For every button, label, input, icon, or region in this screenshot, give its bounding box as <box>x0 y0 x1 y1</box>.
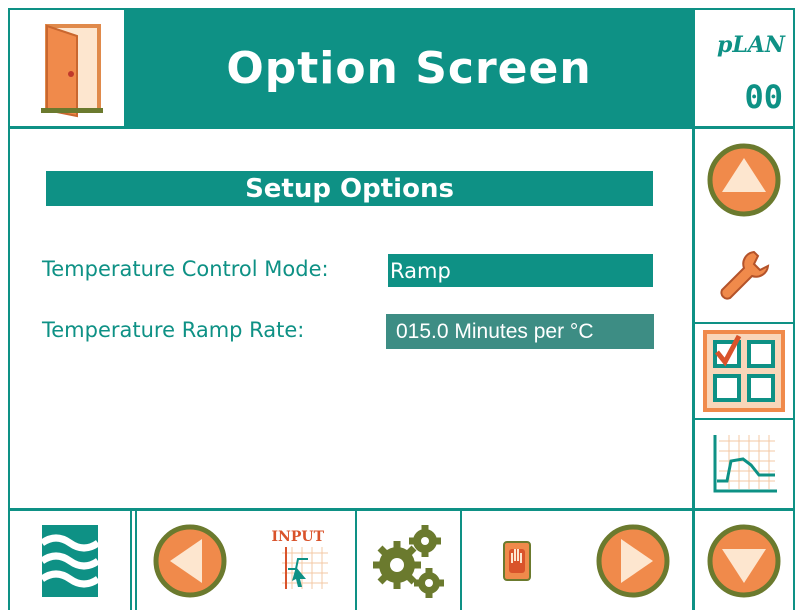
title-bar: Option Screen <box>126 10 692 126</box>
options-button[interactable] <box>695 324 793 418</box>
exit-button[interactable] <box>10 10 124 126</box>
temperature-control-mode-label: Temperature Control Mode: <box>42 257 329 281</box>
stop-button[interactable] <box>462 512 572 610</box>
up-arrow-icon <box>707 143 781 217</box>
scroll-up-button[interactable] <box>695 130 793 230</box>
logo <box>10 512 130 610</box>
page-title: Option Screen <box>226 42 592 94</box>
plan-number: 00 <box>744 78 783 116</box>
graph-button[interactable] <box>695 420 793 508</box>
setup-options-title: Setup Options <box>245 173 454 204</box>
temperature-ramp-rate-label: Temperature Ramp Rate: <box>42 318 305 342</box>
footer-divider <box>8 508 795 511</box>
left-arrow-icon <box>153 524 226 598</box>
next-button[interactable] <box>574 512 692 610</box>
previous-button[interactable] <box>137 512 242 610</box>
temperature-ramp-rate-field[interactable]: 015.0 Minutes per °C <box>386 314 654 349</box>
right-arrow-icon <box>596 524 670 598</box>
setup-options-header: Setup Options <box>46 171 653 206</box>
hand-icon <box>503 541 531 581</box>
settings-button[interactable] <box>357 512 460 610</box>
input-label: INPUT <box>271 529 325 545</box>
waves-logo-icon <box>39 525 101 597</box>
door-icon <box>41 24 103 118</box>
service-button[interactable] <box>695 232 793 320</box>
plan-label: pLAN <box>716 32 785 58</box>
footer-divider-1 <box>130 510 132 610</box>
input-graph-icon: INPUT <box>268 529 332 593</box>
temperature-control-mode-field[interactable]: Ramp <box>388 254 653 287</box>
scroll-down-button[interactable] <box>695 512 793 610</box>
plan-address: pLAN 00 <box>695 10 793 126</box>
temperature-control-mode-value: Ramp <box>390 258 451 283</box>
temperature-ramp-rate-value: 015.0 Minutes per °C <box>396 319 594 343</box>
checklist-grid-icon <box>703 330 785 412</box>
gears-icon <box>372 525 444 598</box>
graph-icon <box>713 435 777 493</box>
right-border <box>793 8 795 610</box>
wrench-icon <box>720 250 770 300</box>
down-arrow-icon <box>707 524 781 598</box>
input-button[interactable]: INPUT <box>244 512 355 610</box>
header-divider <box>8 126 795 129</box>
